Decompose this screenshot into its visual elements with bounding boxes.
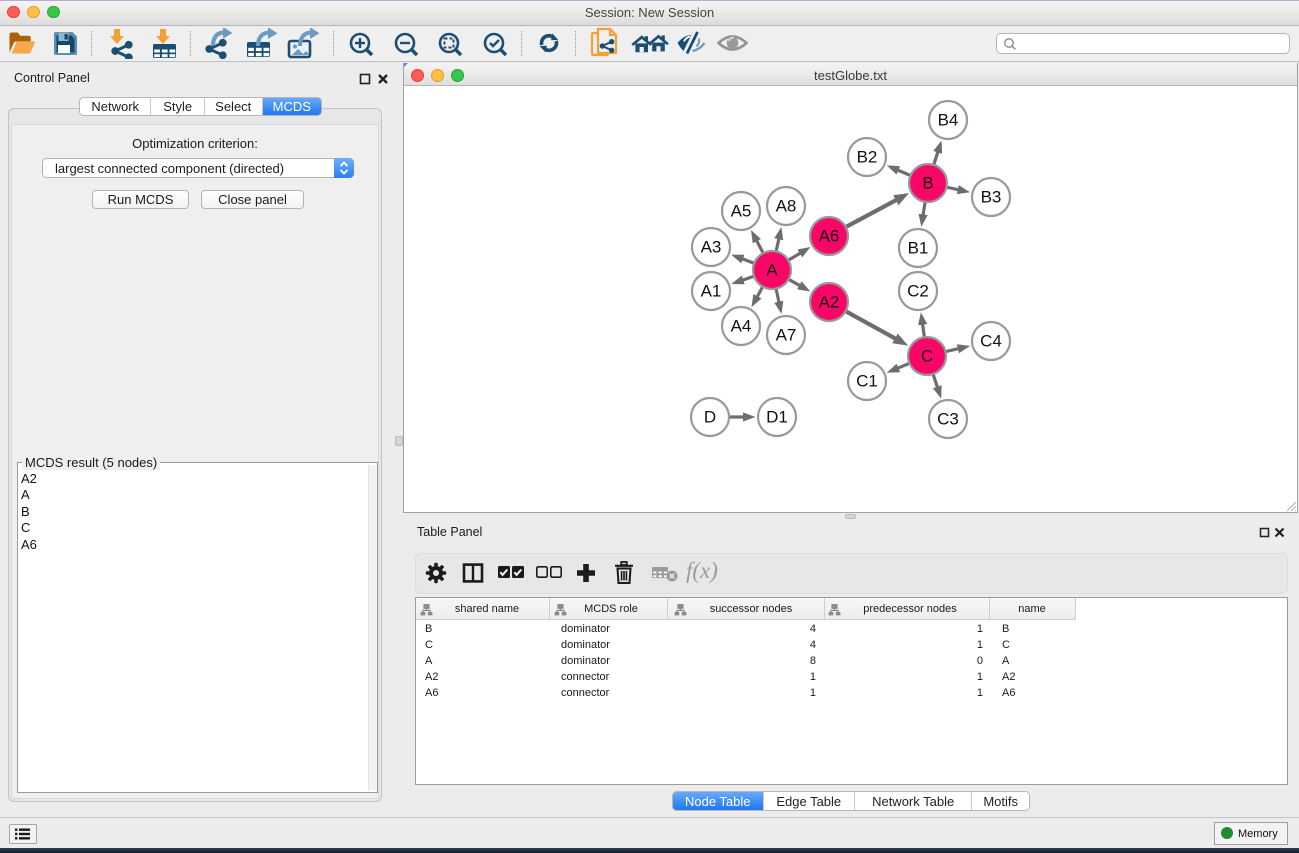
svg-text:B1: B1	[908, 239, 929, 258]
svg-text:A4: A4	[731, 317, 752, 336]
svg-text:D: D	[704, 408, 716, 427]
svg-text:B4: B4	[938, 111, 959, 130]
svg-text:C1: C1	[856, 372, 878, 391]
svg-text:C2: C2	[907, 282, 929, 301]
svg-text:D1: D1	[766, 408, 788, 427]
svg-text:B2: B2	[857, 148, 878, 167]
svg-text:A6: A6	[819, 227, 840, 246]
svg-text:A1: A1	[701, 282, 722, 301]
svg-text:B3: B3	[981, 188, 1002, 207]
svg-text:B: B	[922, 174, 933, 193]
svg-text:C3: C3	[937, 410, 959, 429]
svg-text:A: A	[766, 261, 778, 280]
svg-text:A5: A5	[731, 202, 752, 221]
svg-text:C: C	[921, 347, 933, 366]
svg-text:C4: C4	[980, 332, 1002, 351]
svg-text:A3: A3	[701, 238, 722, 257]
svg-text:A8: A8	[776, 197, 797, 216]
svg-text:A2: A2	[819, 293, 840, 312]
svg-text:A7: A7	[776, 326, 797, 345]
